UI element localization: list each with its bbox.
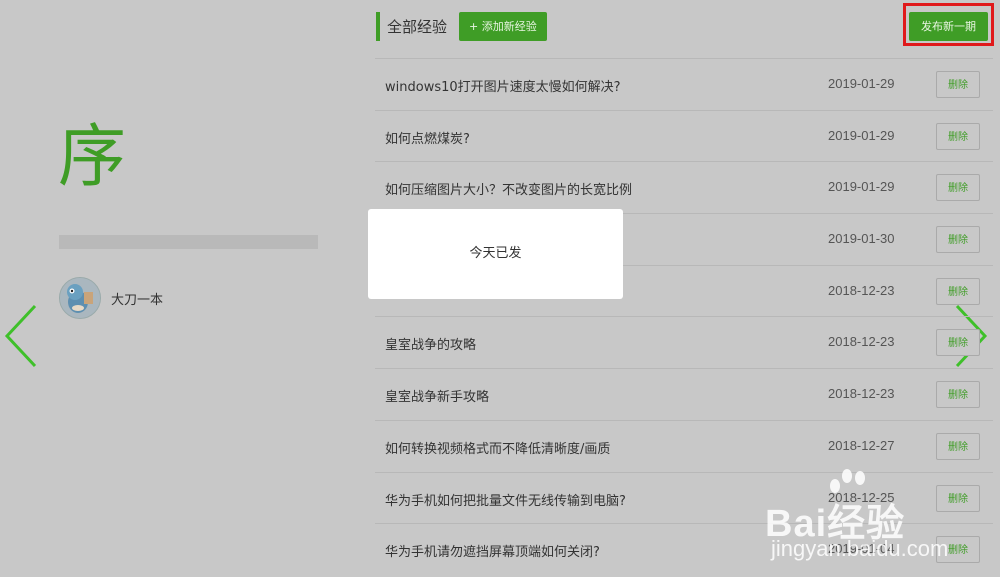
list-item: windows10打开图片速度太慢如何解决? 2019-01-29 删除 (375, 58, 993, 110)
experience-date: 2018-12-27 (828, 437, 895, 453)
list-item: 皇室战争新手攻略 2018-12-23 删除 (375, 368, 993, 420)
experience-date: 2018-12-23 (828, 282, 895, 298)
delete-button[interactable]: 删除 (936, 277, 980, 305)
experience-title-link[interactable]: windows10打开图片速度太慢如何解决? (385, 76, 621, 95)
delete-button[interactable]: 删除 (936, 174, 980, 202)
experience-date: 2019-01-30 (828, 231, 895, 247)
page-title: 全部经验 (387, 18, 448, 36)
list-item: 皇室战争的攻略 2018-12-23 删除 (375, 316, 993, 368)
delete-button[interactable]: 删除 (936, 432, 980, 460)
avatar[interactable] (59, 277, 101, 319)
baidu-watermark: Bai经验 jingyan.baidu.com (765, 468, 1000, 577)
delete-button[interactable]: 删除 (936, 71, 980, 98)
experience-title-link[interactable]: 如何转换视频格式而不降低清晰度/画质 (385, 438, 610, 457)
avatar-image (60, 278, 100, 318)
list-item: 如何点燃煤炭? 2019-01-29 删除 (375, 109, 993, 162)
prev-arrow[interactable] (3, 304, 43, 368)
placeholder-bar (59, 235, 318, 249)
experience-date: 2018-12-23 (828, 386, 895, 402)
section-char: 序 (58, 118, 127, 197)
experience-title-link[interactable]: 华为手机请勿遮挡屏幕顶端如何关闭? (385, 541, 600, 560)
list-item: 如何压缩图片大小？不改变图片的长宽比例 2019-01-29 删除 (375, 161, 993, 213)
user-name[interactable]: 大刀一本 (111, 289, 163, 308)
experience-title-link[interactable]: 皇室战争新手攻略 (385, 386, 489, 405)
delete-button[interactable]: 删除 (936, 122, 980, 150)
experience-date: 2018-12-23 (828, 334, 895, 350)
user-info[interactable]: 大刀一本 (59, 277, 163, 319)
publish-new-issue-button[interactable]: 发布新一期 (909, 12, 988, 41)
experience-title-link[interactable]: 皇室战争的攻略 (385, 334, 476, 353)
experience-title-link[interactable]: 如何点燃煤炭? (385, 128, 470, 147)
delete-button[interactable]: 删除 (936, 329, 980, 357)
toast-message: 今天已发 (368, 209, 623, 299)
delete-button[interactable]: 删除 (936, 381, 980, 409)
list-item: 如何转换视频格式而不降低清晰度/画质 2018-12-27 删除 (375, 419, 993, 472)
delete-button[interactable]: 删除 (936, 226, 980, 254)
experience-title-link[interactable]: 华为手机如何把批量文件无线传输到电脑? (385, 490, 626, 509)
publish-highlight: 发布新一期 (903, 3, 994, 46)
experience-date: 2019-01-29 (828, 179, 895, 195)
left-panel: 序 大刀一本 (0, 0, 365, 577)
watermark-url: jingyan.baidu.com (771, 536, 949, 561)
experience-title-link[interactable]: 如何压缩图片大小？不改变图片的长宽比例 (385, 179, 632, 198)
experience-date: 2019-01-29 (828, 76, 895, 91)
add-experience-button[interactable]: + 添加新经验 (459, 12, 547, 41)
header-accent (376, 12, 380, 41)
list-header: 全部经验 + 添加新经验 发布新一期 (365, 0, 1000, 58)
experience-date: 2019-01-29 (828, 127, 895, 143)
chevron-left-icon (4, 304, 37, 368)
